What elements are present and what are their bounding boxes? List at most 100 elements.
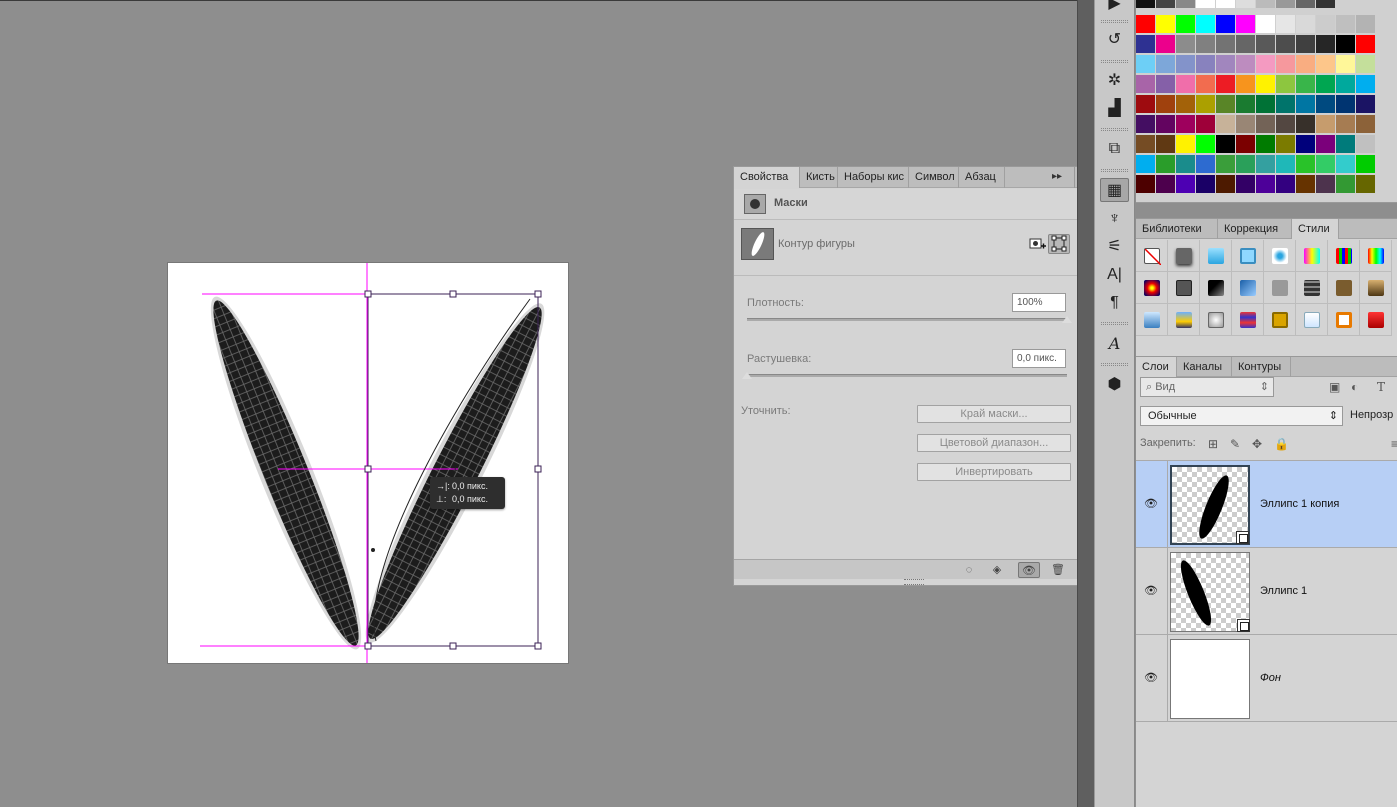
swatch[interactable] (1176, 115, 1195, 133)
swatch[interactable] (1296, 95, 1315, 113)
swatch[interactable] (1236, 55, 1255, 73)
layer-row-ellipse-1[interactable]: 👁 Эллипс 1 (1136, 548, 1397, 635)
swatch[interactable] (1276, 35, 1295, 53)
apply-mask-icon[interactable]: ◈ (986, 562, 1008, 578)
layer-thumbnail[interactable] (1170, 552, 1250, 632)
swatch[interactable] (1276, 75, 1295, 93)
layer-name[interactable]: Эллипс 1 (1260, 585, 1307, 597)
style-swatch[interactable] (1328, 272, 1360, 304)
swatch[interactable] (1176, 75, 1195, 93)
type-filter-icon[interactable]: T (1377, 380, 1385, 394)
swatch[interactable] (1336, 95, 1355, 113)
add-pixel-mask-icon[interactable] (1026, 234, 1048, 254)
swatch[interactable] (1216, 115, 1235, 133)
swatch[interactable] (1256, 35, 1275, 53)
swatch[interactable] (1296, 75, 1315, 93)
style-swatch[interactable] (1168, 240, 1200, 272)
style-none[interactable] (1136, 240, 1168, 272)
style-swatch[interactable] (1232, 272, 1264, 304)
trash-icon[interactable]: 🗑 (1047, 562, 1069, 578)
swatch[interactable] (1256, 175, 1275, 193)
play-icon[interactable]: ▶ (1100, 0, 1129, 16)
layer-thumbnail[interactable] (1170, 639, 1250, 719)
tab-channels[interactable]: Каналы (1177, 357, 1232, 377)
swatch[interactable] (1196, 95, 1215, 113)
swatch[interactable] (1216, 95, 1235, 113)
swatch[interactable] (1196, 115, 1215, 133)
swatch[interactable] (1176, 15, 1195, 33)
swatch[interactable] (1316, 55, 1335, 73)
tab-adjustments[interactable]: Коррекция (1218, 219, 1292, 239)
navigator-wheel-icon[interactable]: ✲ (1100, 69, 1129, 93)
swatch[interactable] (1236, 135, 1255, 153)
image-filter-icon[interactable]: ▣ (1329, 380, 1340, 394)
swatch[interactable] (1316, 15, 1335, 33)
swatch[interactable] (1276, 95, 1295, 113)
swatch[interactable] (1136, 15, 1155, 33)
visibility-eye-icon[interactable]: 👁 (1018, 562, 1040, 578)
layer-name[interactable]: Эллипс 1 копия (1260, 498, 1339, 510)
swatch[interactable] (1336, 75, 1355, 93)
lock-position-icon[interactable]: ✥ (1252, 437, 1262, 451)
swatch[interactable] (1356, 155, 1375, 173)
swatch[interactable] (1336, 15, 1355, 33)
swatch[interactable] (1316, 135, 1335, 153)
swatch[interactable] (1256, 75, 1275, 93)
swatch[interactable] (1196, 35, 1215, 53)
swatch[interactable] (1276, 155, 1295, 173)
pixel-mask-icon[interactable] (744, 194, 766, 214)
style-swatch[interactable] (1264, 240, 1296, 272)
lock-transparency-icon[interactable]: ⊞ (1208, 437, 1218, 451)
swatch[interactable] (1236, 155, 1255, 173)
swatch[interactable] (1236, 175, 1255, 193)
swatch[interactable] (1336, 155, 1355, 173)
vector-mask-thumbnail[interactable] (741, 228, 774, 260)
visibility-eye-icon[interactable]: 👁 (1144, 671, 1158, 685)
swatch[interactable] (1296, 155, 1315, 173)
style-swatch[interactable] (1168, 304, 1200, 336)
tab-libraries[interactable]: Библиотеки (1136, 219, 1218, 239)
swatch[interactable] (1336, 115, 1355, 133)
swatch[interactable] (1176, 35, 1195, 53)
style-swatch[interactable] (1200, 304, 1232, 336)
feather-slider-thumb[interactable] (741, 371, 753, 379)
layer-filter-select[interactable]: ⌕ Вид ⇕ (1140, 377, 1274, 397)
tab-brush[interactable]: Кисть (800, 167, 838, 188)
swatch[interactable] (1316, 115, 1335, 133)
style-swatch[interactable] (1360, 304, 1392, 336)
swatch[interactable] (1196, 135, 1215, 153)
swatch[interactable] (1316, 95, 1335, 113)
swatch[interactable] (1196, 55, 1215, 73)
swatch[interactable] (1356, 115, 1375, 133)
swatch[interactable] (1316, 175, 1335, 193)
swatch[interactable] (1156, 175, 1175, 193)
density-slider-thumb[interactable] (1061, 315, 1073, 323)
clone-source-icon[interactable]: ⧉ (1100, 137, 1129, 161)
color-range-button[interactable]: Цветовой диапазон... (917, 434, 1071, 452)
mask-edge-button[interactable]: Край маски... (917, 405, 1071, 423)
paragraph-icon[interactable]: ¶ (1100, 291, 1129, 315)
panel-bottom-grip[interactable] (904, 579, 924, 585)
style-swatch[interactable] (1360, 272, 1392, 304)
swatch[interactable] (1356, 15, 1375, 33)
swatch[interactable] (1176, 55, 1195, 73)
swatch[interactable] (1356, 35, 1375, 53)
swatch[interactable] (1216, 155, 1235, 173)
brush-icon[interactable]: ♆ (1100, 207, 1129, 231)
swatch[interactable] (1136, 55, 1155, 73)
blend-mode-select[interactable]: Обычные ⇕ (1140, 406, 1343, 426)
swatch[interactable] (1216, 15, 1235, 33)
tab-paragraph[interactable]: Абзац (959, 167, 1005, 188)
swatch[interactable] (1136, 155, 1155, 173)
swatch[interactable] (1196, 15, 1215, 33)
swatch[interactable] (1216, 35, 1235, 53)
style-swatch[interactable] (1232, 240, 1264, 272)
swatch[interactable] (1336, 135, 1355, 153)
layer-row-ellipse-1-copy[interactable]: 👁 Эллипс 1 копия (1136, 461, 1397, 548)
swatch[interactable] (1176, 135, 1195, 153)
style-swatch[interactable] (1168, 272, 1200, 304)
properties-panel-icon[interactable]: ▦ (1100, 178, 1129, 202)
panel-expand-icon[interactable]: ▸▸ (1052, 167, 1066, 188)
swatch[interactable] (1296, 0, 1315, 8)
glyphs-icon[interactable]: A (1100, 332, 1129, 356)
